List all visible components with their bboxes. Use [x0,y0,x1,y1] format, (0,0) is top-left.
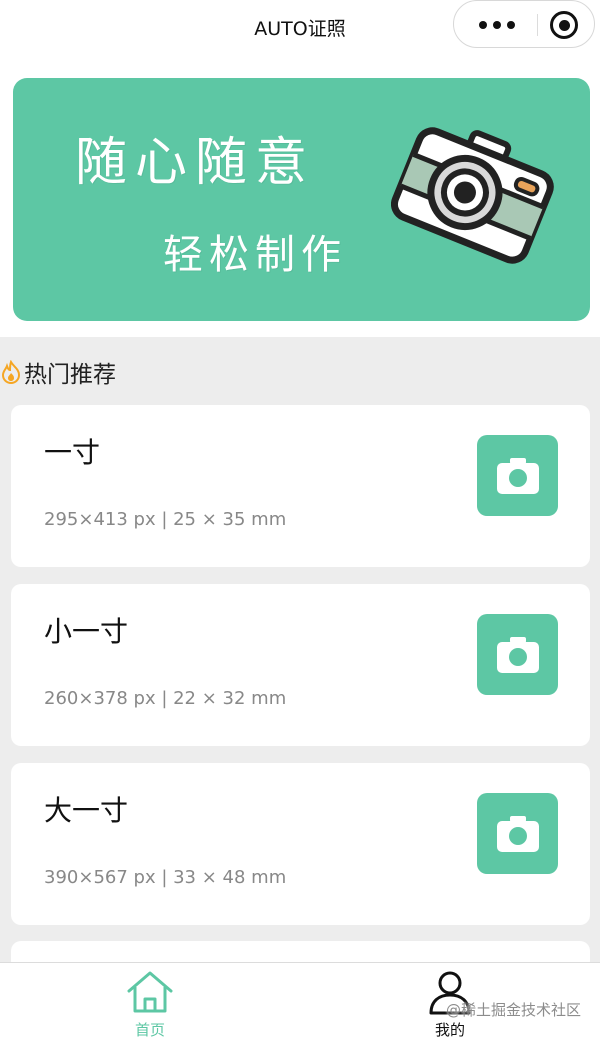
flame-icon [1,360,21,384]
banner-slogan-line1: 随心随意 [75,133,316,193]
camera-icon [496,636,539,673]
camera-icon [496,457,539,494]
banner[interactable]: 随心随意 轻松制作 [13,78,590,321]
camera-button[interactable] [477,614,558,695]
banner-slogan-line2: 轻松制作 [163,232,347,278]
card-spec: 295×413 px | 25 × 35 mm [44,509,287,530]
tab-home-label: 首页 [134,1021,165,1038]
more-dots-icon[interactable] [466,7,528,43]
card-large-one-inch[interactable]: 大一寸 390×567 px | 33 × 48 mm [11,763,590,925]
section-header: 热门推荐 [0,352,116,392]
card-one-inch[interactable]: 一寸 295×413 px | 25 × 35 mm [11,405,590,567]
tab-mine-label: 我的 [434,1021,465,1038]
banner-section: 随心随意 轻松制作 [0,56,600,337]
watermark: @稀土掘金技术社区 [446,1001,582,1019]
top-bar: AUTO证照 [0,0,600,56]
section-title: 热门推荐 [24,362,116,388]
camera-button[interactable] [477,793,558,874]
card-name: 小一寸 [44,615,129,648]
capsule-divider [537,14,538,36]
camera-illustration-icon [391,127,554,264]
mini-program-capsule [453,0,595,48]
card-spec: 390×567 px | 33 × 48 mm [44,867,287,888]
card-name: 大一寸 [44,794,129,827]
home-icon [127,971,173,1013]
card-spec: 260×378 px | 22 × 32 mm [44,688,287,709]
close-target-icon[interactable] [544,7,584,43]
card-name: 一寸 [44,436,101,469]
card-small-one-inch[interactable]: 小一寸 260×378 px | 22 × 32 mm [11,584,590,746]
camera-icon [496,815,539,852]
tab-home[interactable]: 首页 [0,963,300,1038]
camera-button[interactable] [477,435,558,516]
